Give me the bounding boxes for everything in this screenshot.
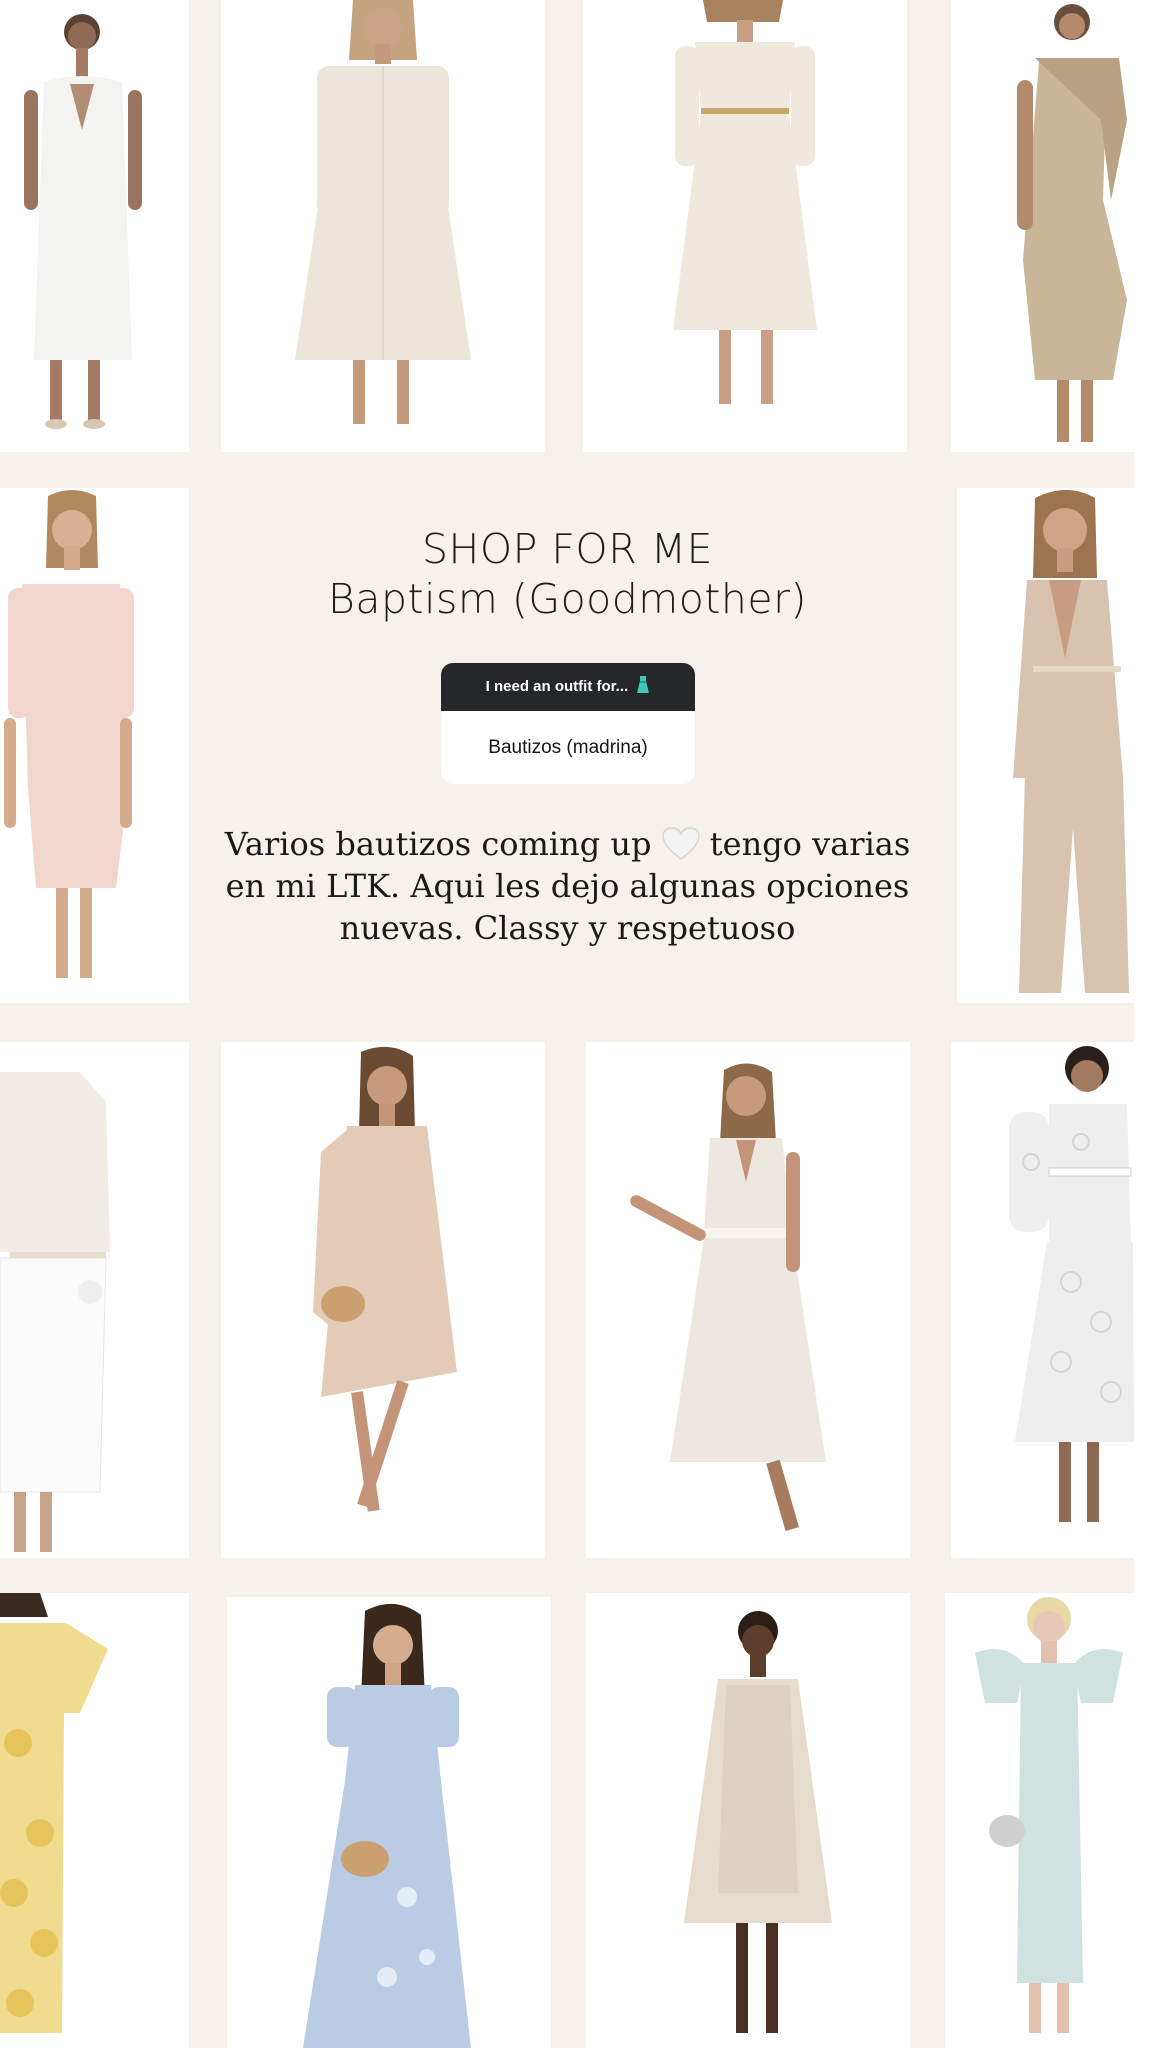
product-tile-9[interactable] [586,1042,910,1558]
right-edge-strip [1134,0,1152,2048]
question-sticker[interactable]: I need an outfit for... Bautizos (madrin… [441,663,695,784]
product-tile-14[interactable] [945,1593,1134,2048]
story-title: SHOP FOR ME [421,525,714,573]
story-center-panel: SHOP FOR ME Baptism (Goodmother) I need … [189,483,946,993]
product-tile-7[interactable] [0,1042,189,1558]
product-tile-10[interactable] [951,1042,1134,1558]
question-sticker-answer: Bautizos (madrina) [488,737,648,758]
product-image-14 [975,1597,1123,2033]
product-tile-12[interactable] [227,1597,551,2048]
product-tile-6[interactable] [957,488,1134,1003]
story-caption: Varios bautizos coming up tengo varias e… [189,823,946,949]
caption-line-1: Varios bautizos coming up tengo varias [189,823,946,865]
product-tile-4[interactable] [951,0,1134,452]
product-image-5 [4,490,134,978]
product-tile-1[interactable] [0,0,189,452]
product-tile-2[interactable] [221,0,545,452]
product-image-4 [1017,4,1127,442]
product-image-10 [1009,1046,1134,1522]
product-image-8 [313,1046,457,1512]
caption-line-3: nuevas. Classy y respetuoso [339,909,796,947]
product-image-2 [295,0,471,424]
product-tile-13[interactable] [586,1593,910,2048]
white-heart-icon [661,827,700,860]
caption-line-1-end: tengo varias [709,825,911,863]
story-subtitle: Baptism (Goodmother) [328,575,807,623]
product-tile-5[interactable] [0,488,189,1003]
product-image-6 [1013,490,1129,993]
question-sticker-prompt: I need an outfit for... [485,678,629,695]
product-image-3 [673,0,817,404]
product-image-7 [0,1072,110,1552]
question-sticker-prompt-bar: I need an outfit for... [441,663,695,711]
dress-icon [637,676,650,693]
product-image-13 [684,1611,832,2033]
product-image-11 [0,1593,108,2033]
product-tile-3[interactable] [583,0,907,452]
product-image-12 [303,1603,471,2048]
product-tile-8[interactable] [221,1042,545,1558]
product-image-1 [24,14,142,429]
caption-line-2: en mi LTK. Aqui les dejo algunas opcione… [225,867,910,905]
product-tile-11[interactable] [0,1593,189,2048]
caption-line-1-start: Varios bautizos coming up [224,825,652,863]
product-image-9 [630,1063,826,1531]
